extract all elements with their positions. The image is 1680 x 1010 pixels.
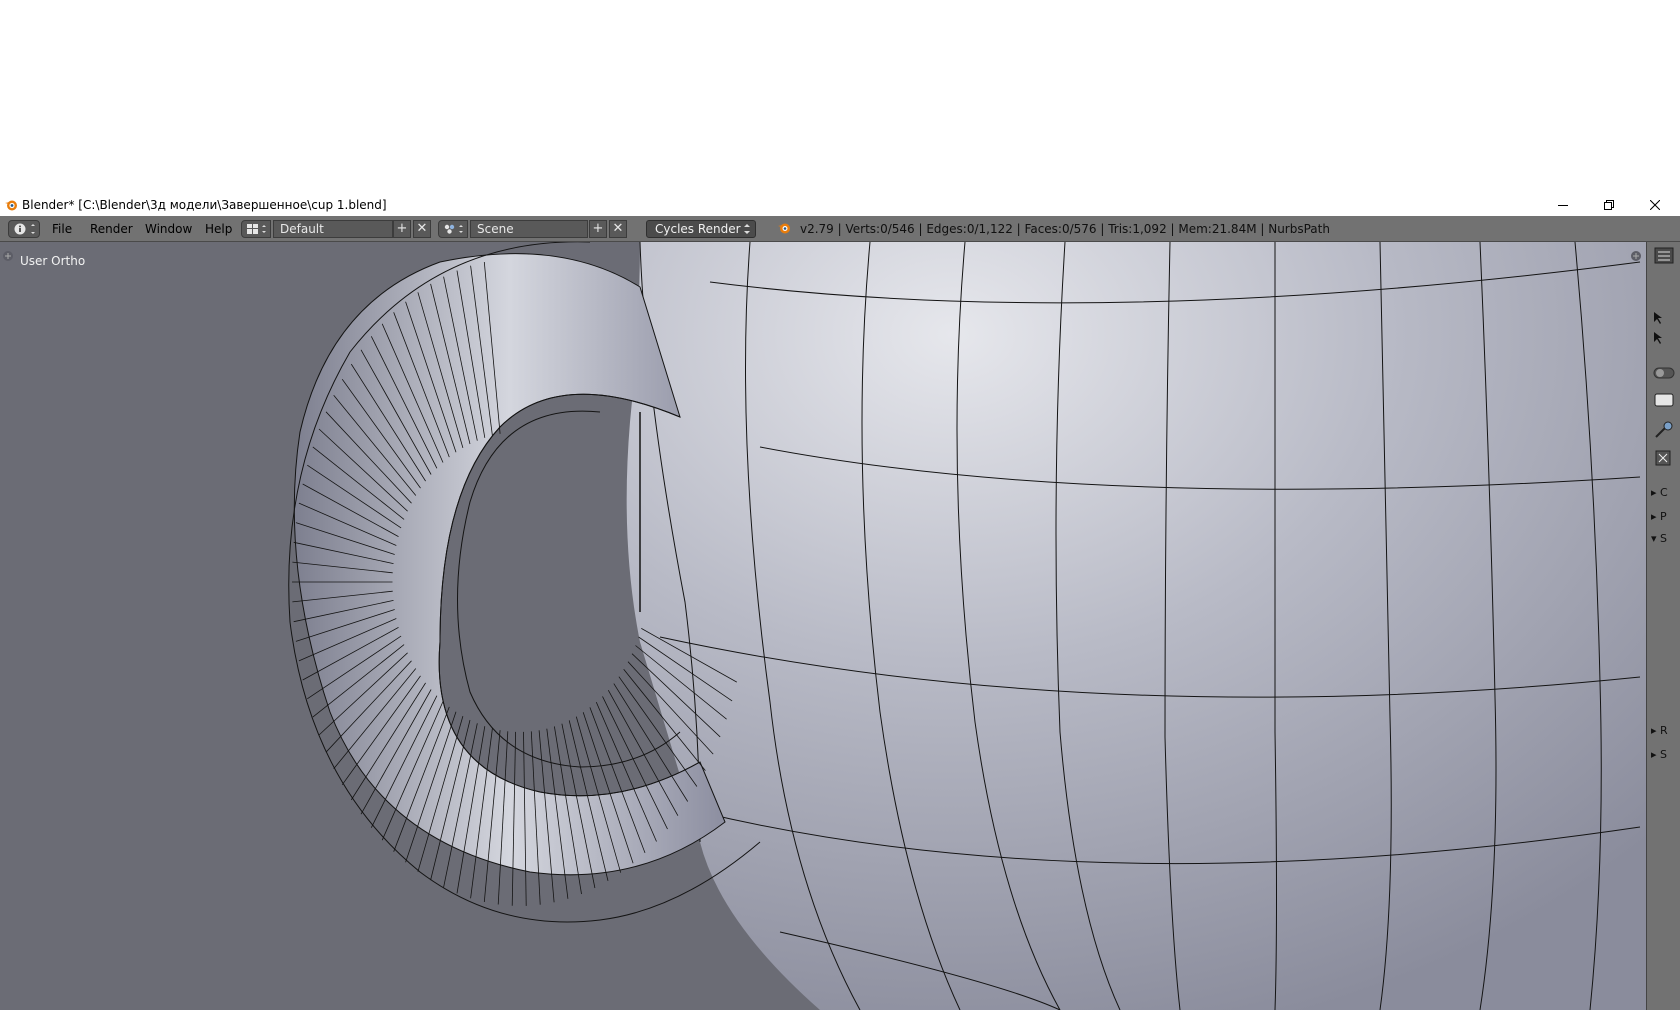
constraint-icon[interactable] (1653, 448, 1677, 468)
menu-help[interactable]: Help (205, 222, 232, 240)
chevron-updown-icon (744, 224, 750, 234)
cursor-icon[interactable] (1651, 310, 1675, 350)
close-button[interactable] (1632, 194, 1678, 216)
viewport-plus-icon[interactable] (2, 250, 14, 262)
delete-layout-button[interactable]: ✕ (413, 220, 431, 238)
screen-layout-field[interactable]: Default (273, 220, 393, 238)
scene-browse-button[interactable] (438, 220, 468, 238)
restore-icon (1604, 200, 1614, 210)
minimize-icon (1558, 205, 1568, 206)
scene-icon (444, 224, 463, 234)
window-titlebar: Blender* [C:\Blender\3д модели\Завершенн… (0, 194, 1680, 216)
minimize-button[interactable] (1540, 194, 1586, 216)
info-header: File Render Window Help Default + ✕ Scen… (0, 216, 1680, 242)
x-icon: ✕ (416, 221, 428, 236)
blender-logo-icon (778, 223, 790, 234)
delete-scene-button[interactable]: ✕ (609, 220, 627, 238)
scene-field[interactable]: Scene (470, 220, 588, 238)
menu-render[interactable]: Render (90, 222, 133, 240)
close-icon (1650, 200, 1660, 210)
cup-mesh-render (288, 242, 1646, 1010)
info-icon (14, 223, 35, 235)
editor-type-selector[interactable] (8, 220, 40, 238)
panel-header-collapsed[interactable]: ▸ S (1651, 748, 1667, 761)
properties-panel-collapsed[interactable]: ▸ C ▸ P ▾ S ▸ R ▸ S (1646, 242, 1680, 1010)
blender-logo-icon (5, 200, 17, 211)
properties-editor-icon[interactable] (1653, 246, 1677, 266)
toggle-icon[interactable] (1653, 366, 1677, 380)
panel-header-collapsed[interactable]: ▸ P (1651, 510, 1667, 523)
viewport-plus-icon[interactable] (1630, 250, 1642, 262)
cup-body (626, 242, 1646, 1010)
render-engine-dropdown[interactable]: Cycles Render (646, 220, 756, 238)
empty-desktop-area (0, 0, 1680, 194)
render-engine-label: Cycles Render (655, 222, 741, 236)
plus-icon: + (592, 221, 604, 236)
window-title: Blender* [C:\Blender\3д модели\Завершенн… (22, 198, 387, 212)
screen-layout-browse-button[interactable] (241, 220, 271, 238)
x-icon: ✕ (612, 221, 624, 236)
3d-viewport[interactable]: User Ortho (0, 242, 1646, 1010)
menu-file[interactable]: File (52, 222, 72, 240)
layout-grid-icon (247, 224, 266, 234)
render-tab-icon[interactable] (1653, 390, 1677, 410)
panel-header-collapsed[interactable]: ▸ C (1651, 486, 1668, 499)
wrench-icon[interactable] (1653, 420, 1677, 440)
add-scene-button[interactable]: + (589, 220, 607, 238)
viewport-view-label: User Ortho (20, 254, 86, 268)
restore-button[interactable] (1586, 194, 1632, 216)
panel-header-expanded[interactable]: ▾ S (1651, 532, 1667, 545)
add-layout-button[interactable]: + (393, 220, 411, 238)
scene-statistics: v2.79 | Verts:0/546 | Edges:0/1,122 | Fa… (800, 222, 1330, 236)
menu-window[interactable]: Window (145, 222, 192, 240)
panel-header-collapsed[interactable]: ▸ R (1651, 724, 1668, 737)
plus-icon: + (396, 221, 408, 236)
